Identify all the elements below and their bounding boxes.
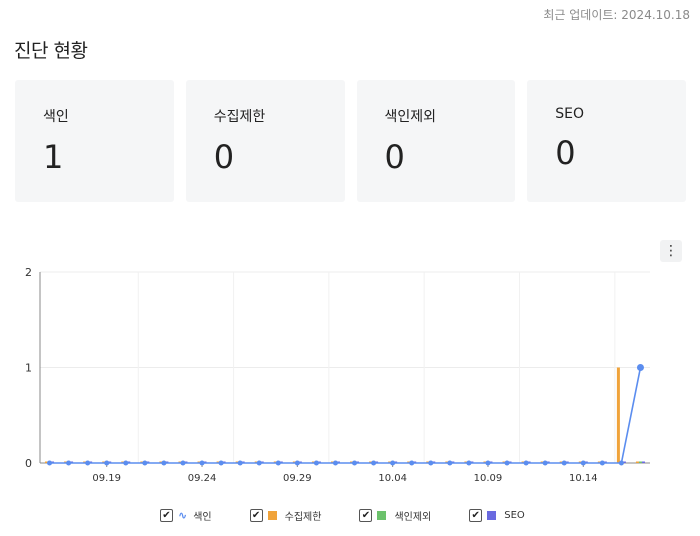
last-updated-text: 최근 업데이트: 2024.10.18 bbox=[543, 8, 690, 22]
card-crawl-limit[interactable]: 수집제한 0 bbox=[185, 80, 345, 202]
bar-수집제한 bbox=[616, 367, 620, 463]
card-value: 0 bbox=[384, 138, 405, 176]
bar-SEO bbox=[641, 461, 645, 463]
point-색인 bbox=[580, 460, 586, 466]
point-색인 bbox=[218, 460, 224, 466]
card-label: 색인 bbox=[43, 109, 69, 125]
chart-marks bbox=[45, 364, 645, 466]
y-tick-label: 0 bbox=[25, 457, 32, 470]
legend-item-seo[interactable]: ✔ SEO bbox=[469, 508, 525, 523]
checkbox-checked-icon[interactable]: ✔ bbox=[359, 509, 373, 522]
point-색인 bbox=[599, 460, 605, 466]
x-tick-label: 10.04 bbox=[378, 473, 407, 484]
page-title: 진단 현황 bbox=[14, 40, 88, 62]
point-색인 bbox=[485, 460, 491, 466]
point-색인 bbox=[409, 460, 415, 466]
point-색인 bbox=[294, 460, 300, 466]
x-tick-label: 10.09 bbox=[474, 473, 503, 484]
point-색인 bbox=[85, 460, 91, 466]
checkbox-checked-icon[interactable]: ✔ bbox=[249, 509, 263, 522]
card-label: SEO bbox=[555, 106, 585, 122]
point-색인 bbox=[180, 460, 186, 466]
legend-label: 수집제한 bbox=[284, 512, 322, 523]
point-색인 bbox=[428, 460, 434, 466]
checkbox-checked-icon[interactable]: ✔ bbox=[160, 509, 173, 522]
card-label: 색인제외 bbox=[384, 109, 437, 125]
point-색인 bbox=[256, 460, 262, 466]
point-색인 bbox=[447, 460, 453, 466]
legend-swatch bbox=[487, 511, 497, 520]
legend-swatch bbox=[377, 511, 387, 520]
legend-label: 색인 bbox=[193, 512, 212, 523]
legend-label: SEO bbox=[504, 510, 525, 521]
point-색인 bbox=[561, 460, 567, 466]
point-색인 bbox=[161, 460, 167, 466]
x-tick-label: 09.29 bbox=[283, 473, 312, 484]
chart-grid bbox=[40, 271, 650, 464]
chart: 0 1 2 09.19 09.24 09.29 10.04 10.09 10.14 bbox=[25, 266, 650, 484]
card-index-excluded[interactable]: 색인제외 0 bbox=[356, 80, 516, 202]
card-seo[interactable]: SEO 0 bbox=[527, 80, 686, 202]
point-색인 bbox=[390, 460, 396, 466]
card-value: 0 bbox=[555, 134, 576, 172]
chart-axes: 0 1 2 09.19 09.24 09.29 10.04 10.09 10.14 bbox=[25, 266, 650, 484]
checkbox-checked-icon[interactable]: ✔ bbox=[469, 509, 483, 522]
x-tick-label: 09.19 bbox=[92, 473, 121, 484]
point-색인 bbox=[371, 460, 377, 466]
point-색인 bbox=[618, 460, 624, 466]
point-색인 bbox=[313, 460, 319, 466]
point-색인 bbox=[542, 460, 548, 466]
point-색인 bbox=[104, 460, 110, 466]
x-tick-label: 09.24 bbox=[188, 473, 217, 484]
bar-색인제외 bbox=[638, 461, 642, 463]
point-색인 bbox=[237, 460, 243, 466]
y-tick-label: 1 bbox=[25, 362, 32, 375]
point-색인 bbox=[352, 460, 358, 466]
point-색인 bbox=[466, 460, 472, 466]
chart-legend: ✔ ∿ 색인 ✔ 수집제한 ✔ 색인제외 ✔ SEO bbox=[160, 508, 563, 523]
point-색인 bbox=[123, 460, 129, 466]
point-색인 bbox=[523, 460, 529, 466]
legend-item-index-excluded[interactable]: ✔ 색인제외 bbox=[359, 508, 431, 523]
card-value: 1 bbox=[43, 138, 64, 176]
card-label: 수집제한 bbox=[213, 109, 266, 125]
legend-item-crawl-limit[interactable]: ✔ 수집제한 bbox=[249, 508, 322, 523]
point-색인 bbox=[636, 364, 644, 371]
legend-item-index[interactable]: ✔ ∿ 색인 bbox=[160, 508, 212, 523]
legend-swatch bbox=[267, 511, 277, 520]
x-tick-label: 10.14 bbox=[569, 473, 598, 484]
summary-cards: 색인 1 수집제한 0 색인제외 0 SEO 0 bbox=[15, 80, 686, 202]
card-index[interactable]: 색인 1 bbox=[15, 80, 174, 202]
y-tick-label: 2 bbox=[25, 266, 32, 279]
point-색인 bbox=[275, 460, 281, 466]
more-vertical-icon: ⋮ bbox=[664, 243, 678, 259]
point-색인 bbox=[199, 460, 205, 466]
legend-label: 색인제외 bbox=[394, 512, 432, 523]
chart-menu-button[interactable]: ⋮ bbox=[660, 240, 682, 262]
point-색인 bbox=[66, 460, 72, 466]
point-색인 bbox=[142, 460, 148, 466]
card-value: 0 bbox=[213, 138, 235, 176]
point-색인 bbox=[47, 460, 53, 466]
bar-수집제한 bbox=[635, 461, 639, 463]
point-색인 bbox=[504, 460, 510, 466]
point-색인 bbox=[332, 460, 338, 466]
wave-icon: ∿ bbox=[178, 509, 188, 522]
